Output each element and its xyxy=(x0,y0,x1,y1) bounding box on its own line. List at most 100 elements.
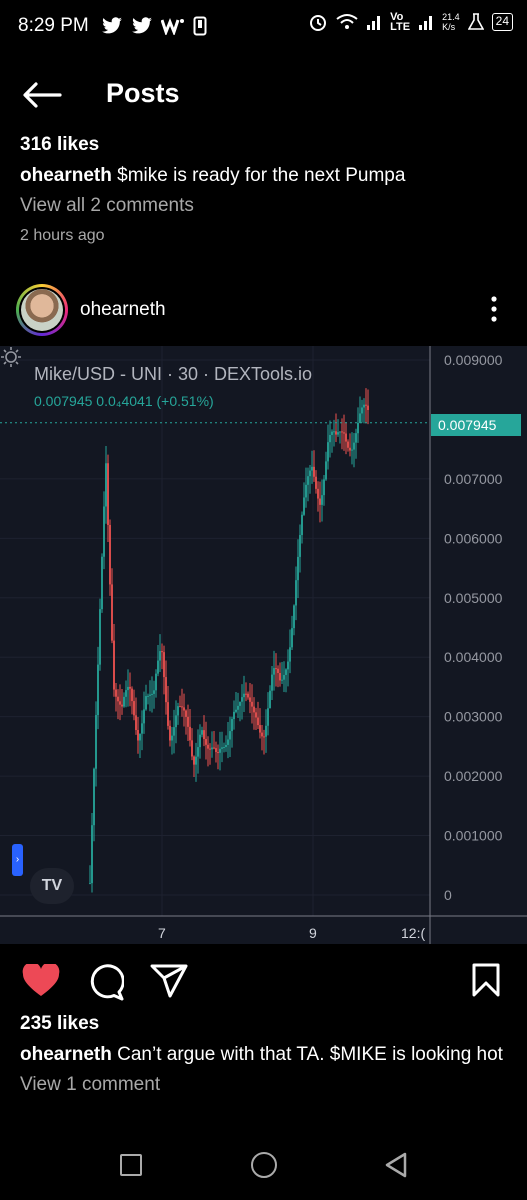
candle-body xyxy=(307,476,309,485)
candle-body xyxy=(191,740,193,757)
y-tick-label: 0.003000 xyxy=(444,709,503,725)
candle-body xyxy=(145,696,147,710)
caption-text: Can’t argue with that TA. $MIKE is looki… xyxy=(111,1044,503,1065)
w-icon xyxy=(160,17,184,35)
previous-post-footer: 316 likes ohearneth $mike is ready for t… xyxy=(20,134,510,245)
candle-body xyxy=(275,668,277,670)
candle-body xyxy=(223,747,225,749)
more-options-icon[interactable] xyxy=(486,294,502,324)
recent-apps-icon[interactable] xyxy=(120,1154,142,1176)
candle-body xyxy=(357,422,359,434)
avatar[interactable] xyxy=(16,284,68,336)
candle-body xyxy=(229,731,231,740)
post-header: ohearneth xyxy=(0,282,527,338)
candle-body xyxy=(197,747,199,757)
candle-body xyxy=(231,719,233,732)
candle-body xyxy=(131,688,133,702)
candle-body xyxy=(353,442,355,450)
candle-body xyxy=(159,651,161,661)
candle-body xyxy=(301,514,303,536)
candle-body xyxy=(217,752,219,754)
candle-body xyxy=(363,404,365,408)
comment-icon[interactable] xyxy=(88,963,124,1001)
twitter-icon xyxy=(101,17,122,34)
back-icon[interactable] xyxy=(384,1152,408,1178)
candle-body xyxy=(107,463,109,525)
side-panel-handle[interactable]: › xyxy=(12,844,23,876)
candle-body xyxy=(261,732,263,737)
candle-body xyxy=(195,756,197,765)
candle-body xyxy=(243,693,245,698)
candle-body xyxy=(129,686,131,689)
candle-body xyxy=(291,628,293,648)
candle-body xyxy=(263,736,265,738)
candle-body xyxy=(283,674,285,680)
candle-body xyxy=(101,556,103,610)
y-tick-label: 0.005000 xyxy=(444,590,503,606)
wifi-icon xyxy=(336,14,358,29)
candle-body xyxy=(167,702,169,726)
candle-body xyxy=(205,739,207,745)
candle-body xyxy=(305,484,307,498)
candle-body xyxy=(361,407,363,414)
candle-body xyxy=(321,495,323,505)
signal-icon xyxy=(367,16,381,30)
candle-body xyxy=(99,609,101,665)
candle-body xyxy=(141,723,143,734)
caption-username[interactable]: ohearneth xyxy=(20,165,112,186)
candle-body xyxy=(309,470,311,477)
candle-body xyxy=(255,712,257,718)
candle-body xyxy=(109,524,111,585)
candle-body xyxy=(165,677,167,703)
flask-icon xyxy=(467,13,484,30)
candle-body xyxy=(199,734,201,748)
candle-body xyxy=(295,580,297,606)
candle-body xyxy=(297,556,299,581)
notification-icons xyxy=(101,16,207,36)
view-comments-link[interactable]: View all 2 comments xyxy=(20,195,510,217)
post-timestamp: 2 hours ago xyxy=(20,227,105,244)
caption-username[interactable]: ohearneth xyxy=(20,1044,112,1065)
candle-body xyxy=(359,413,361,423)
settings-gear-icon[interactable] xyxy=(0,346,22,368)
candle-body xyxy=(215,748,217,753)
candle-body xyxy=(273,668,275,675)
share-icon[interactable] xyxy=(150,964,188,998)
candle-body xyxy=(367,405,369,410)
candle-body xyxy=(327,442,329,462)
candle-body xyxy=(105,463,107,507)
candle-body xyxy=(333,431,335,433)
candle-body xyxy=(209,748,211,750)
candle-body xyxy=(281,679,283,681)
candle-body xyxy=(155,673,157,691)
post-action-bar xyxy=(0,958,527,1008)
post-caption: ohearneth $mike is ready for the next Pu… xyxy=(20,164,510,188)
candle-body xyxy=(247,693,249,698)
home-icon[interactable] xyxy=(251,1152,277,1178)
candle-body xyxy=(221,747,223,749)
post-image-chart[interactable]: 0.009000 0.007000 0.006000 0.005000 0.004000… xyxy=(0,346,527,944)
back-arrow-icon[interactable] xyxy=(22,82,62,108)
candle-body xyxy=(169,725,171,741)
candle-body xyxy=(115,689,117,697)
candle-body xyxy=(323,479,325,496)
likes-count[interactable]: 316 likes xyxy=(20,134,510,156)
candle-body xyxy=(311,466,313,471)
likes-count[interactable]: 235 likes xyxy=(20,1013,510,1035)
avatar-photo xyxy=(21,289,63,331)
candle-body xyxy=(269,690,271,709)
status-bar: 8:29 PM Vo LTE 21.4 K/s 24 xyxy=(0,0,527,52)
bookmark-icon[interactable] xyxy=(472,963,500,997)
x-tick-label: 9 xyxy=(309,925,317,941)
candle-body xyxy=(183,707,185,711)
like-heart-icon[interactable] xyxy=(22,964,60,998)
post-username[interactable]: ohearneth xyxy=(80,299,166,321)
page-title: Posts xyxy=(106,78,180,108)
candle-body xyxy=(203,730,205,740)
candle-body xyxy=(219,748,221,753)
candle-body xyxy=(237,705,239,710)
candle-body xyxy=(349,447,351,451)
view-comments-link[interactable]: View 1 comment xyxy=(20,1074,510,1096)
candle-body xyxy=(249,697,251,702)
candle-body xyxy=(95,715,97,769)
